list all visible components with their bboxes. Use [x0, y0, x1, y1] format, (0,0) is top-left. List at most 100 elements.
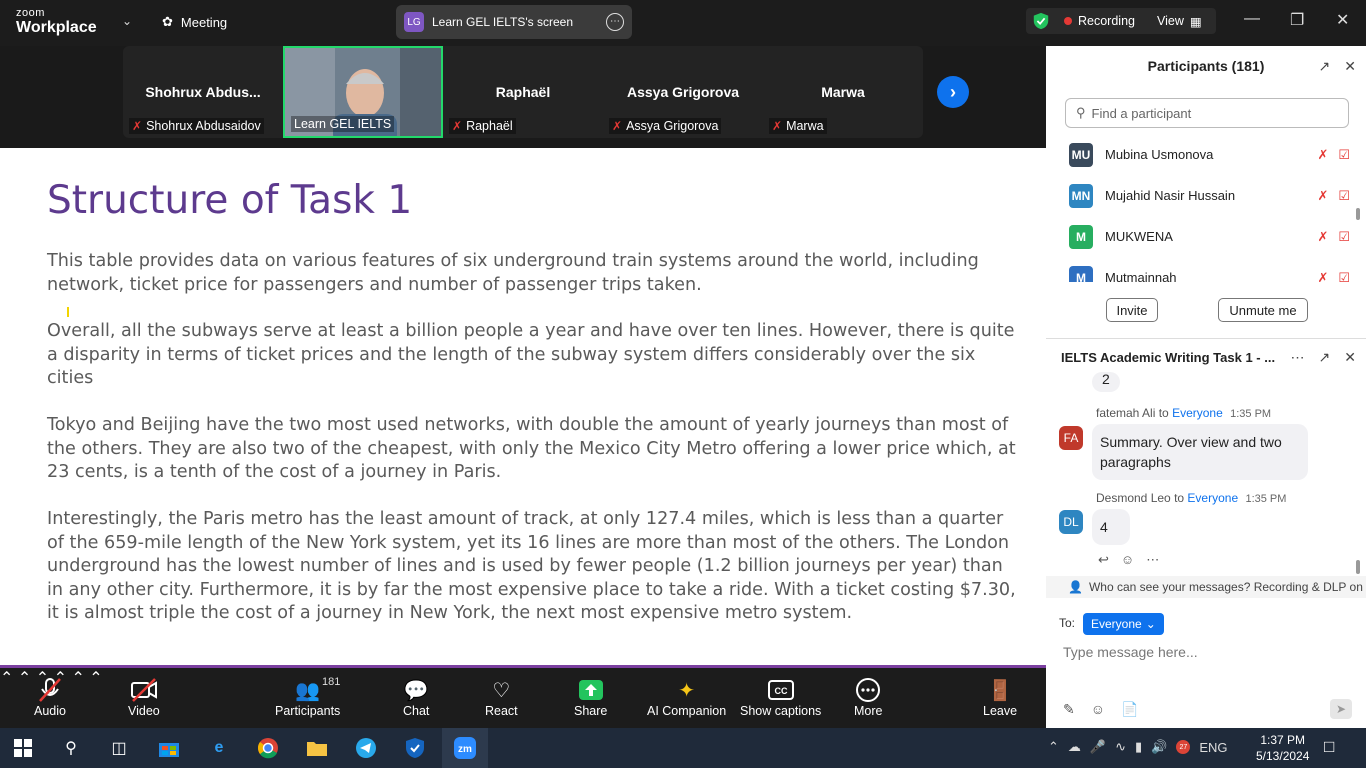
meeting-menu[interactable]: ✿ Meeting [162, 14, 227, 30]
chrome-tray-icon[interactable]: 27 [1176, 740, 1191, 754]
to-word: to [1174, 491, 1185, 505]
windows-start-icon[interactable] [10, 736, 36, 760]
more-button[interactable]: More [854, 676, 882, 718]
chevron-up-icon[interactable]: ⌃ [1048, 739, 1059, 755]
battery-icon[interactable]: ▮ [1135, 739, 1142, 755]
pop-out-icon[interactable]: ↗ [1319, 349, 1331, 366]
react-options-chevron-icon[interactable]: ⌃ [71, 670, 84, 687]
chevron-down-icon[interactable]: ⌄ [122, 14, 132, 28]
language-indicator[interactable]: ENG [1199, 740, 1227, 755]
audio-button[interactable]: Audio [34, 676, 66, 718]
captions-button[interactable]: CC Show captions [740, 676, 821, 718]
video-options-chevron-icon[interactable]: ⌃ [18, 670, 31, 687]
chat-bubble[interactable]: Summary. Over view and two paragraphs [1092, 424, 1308, 480]
dlp-notice[interactable]: 👤 Who can see your messages? Recording &… [1046, 576, 1366, 598]
participant-tile[interactable]: Shohrux Abdus... ✗ Shohrux Abdusaidov [123, 46, 283, 138]
participant-row[interactable]: MU Mubina Usmonova ✗ ☑ [1046, 134, 1358, 175]
video-off-icon: ☑ [1338, 187, 1350, 203]
pop-out-icon[interactable]: ↗ [1319, 58, 1331, 75]
participant-tile[interactable]: Assya Grigorova ✗ Assya Grigorova [603, 46, 763, 138]
leave-button[interactable]: 🚪 Leave [983, 676, 1018, 719]
participants-scrollbar[interactable] [1356, 208, 1360, 220]
maximize-icon[interactable]: ❐ [1290, 10, 1304, 30]
minimize-icon[interactable]: — [1244, 10, 1260, 28]
invite-button[interactable]: Invite [1106, 298, 1158, 322]
search-icon[interactable]: ⚲ [58, 736, 84, 760]
participant-row[interactable]: M Mutmainnah ✗ ☑ [1046, 257, 1358, 282]
sender-name[interactable]: Desmond Leo [1096, 491, 1171, 505]
microphone-icon[interactable]: 🎤 [1090, 739, 1106, 755]
store-icon[interactable] [156, 736, 182, 760]
recording-label[interactable]: Recording [1078, 14, 1135, 28]
video-button[interactable]: Video [128, 676, 160, 718]
next-page-chevron-icon[interactable]: › [937, 76, 969, 108]
screen-share-indicator[interactable]: LG Learn GEL IELTS's screen ⋯ [396, 5, 632, 39]
gallery-strip: Shohrux Abdus... ✗ Shohrux Abdusaidov Lea… [123, 46, 923, 138]
security-shield-icon[interactable] [1032, 12, 1050, 30]
participant-list[interactable]: MU Mubina Usmonova ✗ ☑ MN Mujahid Nasir H… [1046, 134, 1358, 282]
close-icon[interactable]: ✕ [1336, 10, 1349, 30]
reply-icon[interactable]: ↩ [1098, 552, 1109, 568]
sender-name[interactable]: fatemah Ali [1096, 406, 1155, 420]
tile-name: Shohrux Abdusaidov [146, 119, 261, 133]
participant-tile[interactable]: Raphaël ✗ Raphaël [443, 46, 603, 138]
audio-options-chevron-icon[interactable]: ⌃ [0, 670, 13, 687]
telegram-icon[interactable] [353, 736, 379, 760]
notifications-icon[interactable]: □ [1324, 737, 1334, 757]
wifi-icon[interactable]: ∿ [1115, 739, 1126, 755]
ai-companion-label: AI Companion [647, 704, 727, 718]
send-icon[interactable]: ➤ [1330, 699, 1352, 719]
video-off-icon: ☑ [1338, 146, 1350, 162]
participant-row[interactable]: MN Mujahid Nasir Hussain ✗ ☑ [1046, 175, 1358, 216]
format-icon[interactable]: ✎ [1063, 701, 1075, 718]
more-options-icon[interactable]: ⋯ [1146, 552, 1159, 568]
chrome-icon[interactable] [255, 736, 281, 760]
task-view-icon[interactable]: ◫ [106, 736, 132, 760]
message-input[interactable]: Type message here... [1063, 644, 1198, 660]
brand-line2: Workplace [16, 19, 97, 36]
avatar: M [1069, 265, 1093, 282]
chat-icon: 💬 [403, 679, 429, 702]
share-button[interactable]: Share [574, 676, 607, 718]
vpn-shield-icon[interactable] [402, 736, 428, 760]
view-menu[interactable]: View ▦ [1157, 14, 1202, 29]
cloud-icon[interactable]: ☁ [1068, 739, 1081, 755]
file-icon[interactable]: 📄 [1121, 701, 1138, 718]
leave-label: Leave [983, 704, 1018, 718]
unmute-me-button[interactable]: Unmute me [1218, 298, 1308, 322]
svg-text:CC: CC [774, 686, 787, 696]
speaker-icon[interactable]: 🔊 [1151, 739, 1167, 755]
message-time: 1:35 PM [1245, 493, 1287, 505]
zoom-taskbar-icon[interactable]: zm [442, 728, 488, 768]
recipient-dropdown[interactable]: Everyone ⌄ [1083, 613, 1164, 635]
search-icon: ⚲ [1076, 105, 1086, 120]
captions-options-chevron-icon[interactable]: ⌃ [89, 670, 102, 687]
active-speaker-tile[interactable]: Learn GEL IELTS [283, 46, 443, 138]
svg-text:zm: zm [458, 744, 472, 755]
emoji-react-icon[interactable]: ☺ [1121, 552, 1134, 568]
tile-name: Marwa [786, 119, 824, 133]
clock-date: 5/13/2024 [1256, 749, 1310, 763]
participant-tile[interactable]: Marwa ✗ Marwa [763, 46, 923, 138]
participant-search-input[interactable]: ⚲ Find a participant [1065, 98, 1349, 128]
chat-button[interactable]: 💬 Chat [403, 676, 429, 719]
more-options-icon[interactable]: ⋯ [1291, 349, 1305, 366]
close-icon[interactable]: ✕ [1344, 349, 1356, 366]
close-icon[interactable]: ✕ [1344, 58, 1356, 75]
zoom-logo[interactable]: zoom Workplace [16, 8, 97, 36]
edge-icon[interactable]: e [206, 736, 232, 760]
sharer-avatar: LG [404, 12, 424, 32]
chat-bubble[interactable]: 4 [1092, 509, 1130, 545]
more-label: More [854, 704, 883, 718]
emoji-icon[interactable]: ☺ [1091, 701, 1105, 718]
participant-name: Mutmainnah [1105, 270, 1177, 282]
file-explorer-icon[interactable] [304, 736, 330, 760]
chat-scrollbar[interactable] [1356, 560, 1360, 574]
recording-view-box: Recording View ▦ [1026, 8, 1216, 34]
ai-companion-button[interactable]: ✦ AI Companion [647, 676, 727, 719]
clock[interactable]: 1:37 PM 5/13/2024 [1256, 732, 1309, 764]
shared-screen: Structure of Task 1 This table provides … [0, 148, 1046, 668]
more-options-icon[interactable]: ⋯ [606, 13, 624, 31]
participant-row[interactable]: M MUKWENA ✗ ☑ [1046, 216, 1358, 257]
react-button[interactable]: ♡ React [485, 676, 518, 719]
